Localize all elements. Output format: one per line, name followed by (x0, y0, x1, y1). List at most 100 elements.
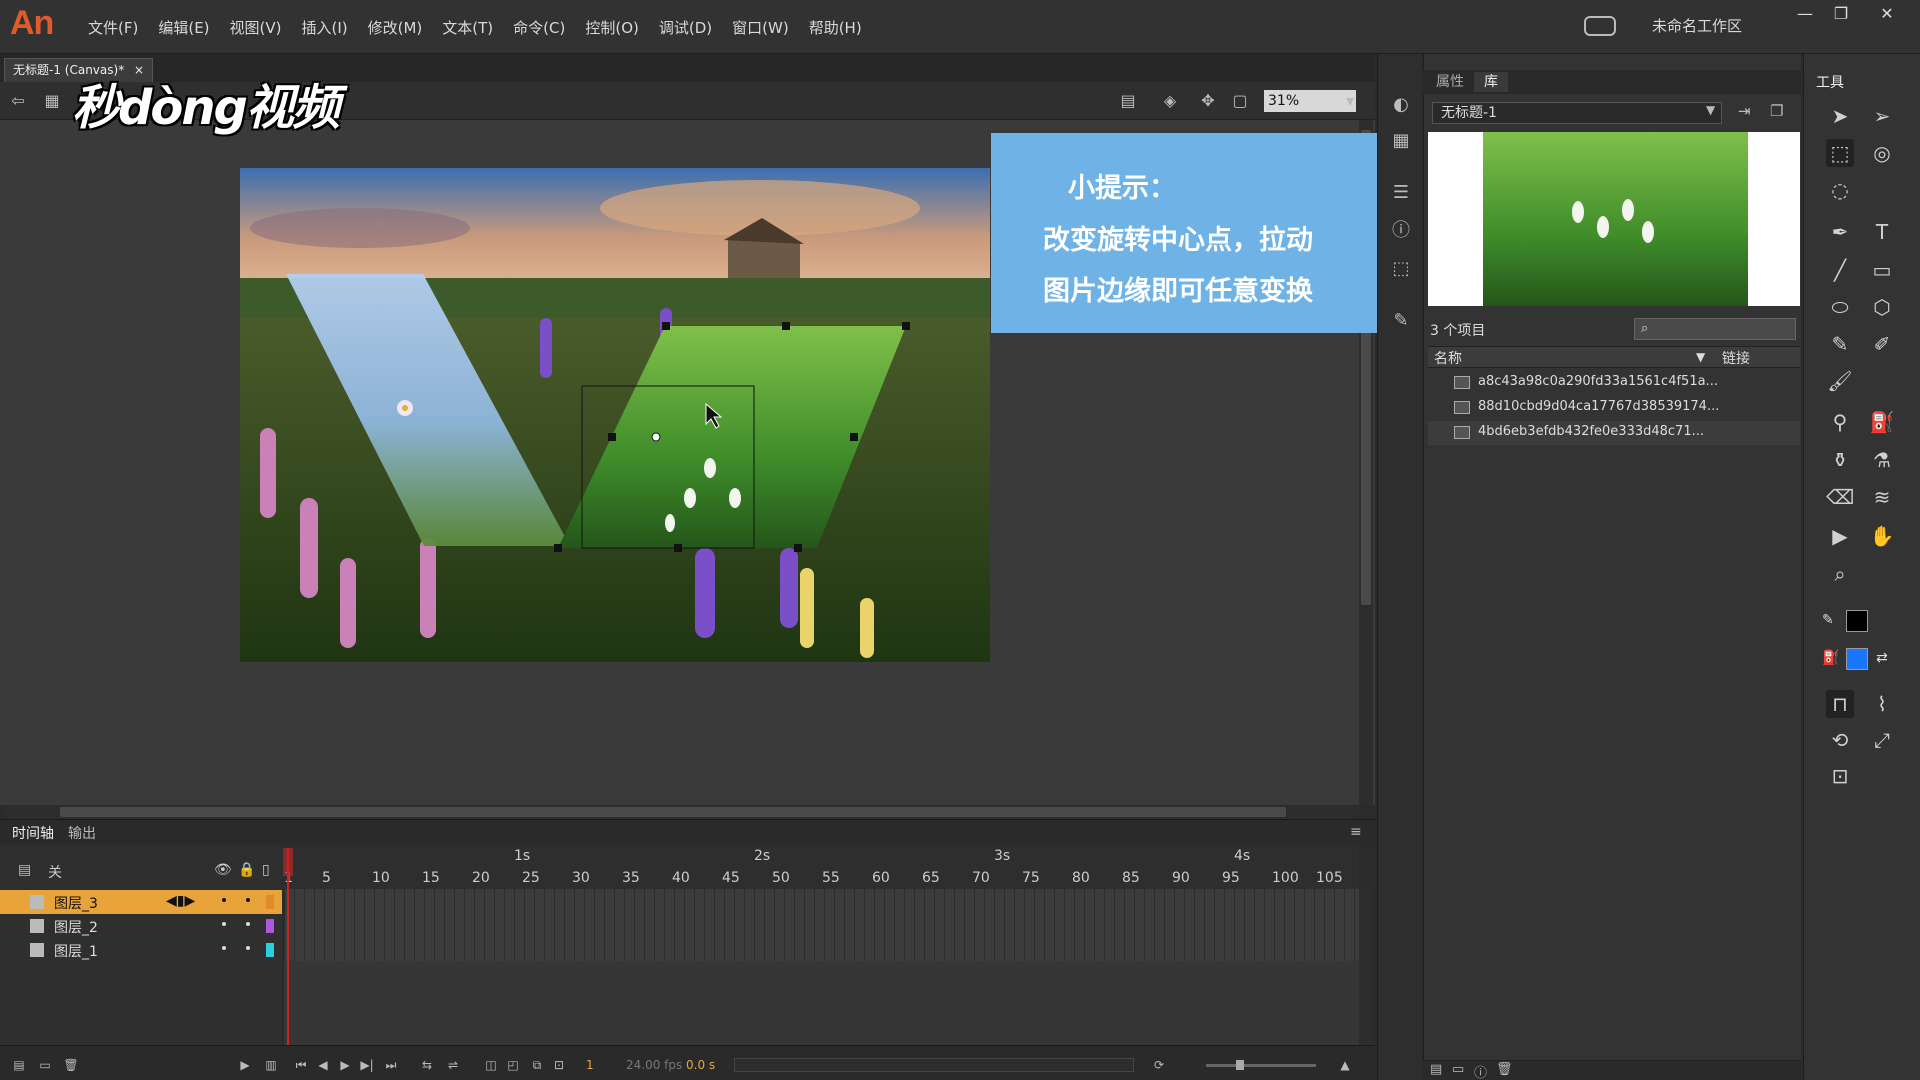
fill-color-swatch[interactable] (1846, 648, 1868, 670)
refresh-icon[interactable]: ⟳ (1150, 1058, 1168, 1072)
lasso-tool-icon[interactable]: ◌ (1826, 176, 1854, 204)
lock-dot[interactable] (246, 898, 250, 902)
playhead[interactable] (287, 848, 289, 1048)
play-icon[interactable]: ▶ (336, 1058, 354, 1072)
menu-help[interactable]: 帮助(H) (799, 17, 872, 38)
swatches-icon[interactable]: ▦ (1390, 130, 1412, 152)
center-frame-icon[interactable]: ⇌ (444, 1058, 462, 1072)
menu-file[interactable]: 文件(F) (78, 17, 148, 38)
tab-timeline[interactable]: 时间轴 (2, 823, 64, 843)
stage-canvas[interactable] (240, 168, 990, 662)
layer-row[interactable]: 图层_3 ◀▮▶ (0, 890, 282, 914)
info-icon[interactable]: ⓘ (1390, 220, 1412, 242)
polystar-tool-icon[interactable]: ⬡ (1868, 293, 1896, 321)
camera-tool-icon[interactable]: ▶ (1826, 522, 1854, 550)
current-frame[interactable]: 1 (586, 1058, 594, 1072)
delete-layer-icon[interactable]: 🗑 (62, 1058, 80, 1072)
library-item[interactable]: a8c43a98c0a290fd33a1561c4f51a... (1428, 371, 1800, 395)
new-folder-icon[interactable]: ▭ (36, 1058, 54, 1072)
ink-bottle-tool-icon[interactable]: ⚱ (1826, 446, 1854, 474)
camera-icon[interactable]: ▶ (236, 1058, 254, 1072)
keyframe-nav-icon[interactable]: ◀▮▶ (166, 893, 195, 909)
panel-menu-icon[interactable]: ≡ (1350, 824, 1362, 840)
delete-icon[interactable]: 🗑 (1496, 1062, 1513, 1077)
step-back-icon[interactable]: ◀ (314, 1058, 332, 1072)
bone-tool-icon[interactable]: ⚲ (1826, 408, 1854, 436)
layer-color-swatch[interactable] (266, 919, 274, 933)
layer-color-swatch[interactable] (266, 895, 274, 909)
brush-tool-icon[interactable]: 🖌 (1826, 367, 1854, 395)
layer-depth-icon[interactable]: ▥ (262, 1058, 280, 1072)
subselection-tool-icon[interactable]: ➢ (1868, 102, 1896, 130)
menu-insert[interactable]: 插入(I) (292, 17, 358, 38)
workspace-switcher[interactable]: 未命名工作区 (1652, 15, 1742, 36)
minimize-button[interactable]: — (1790, 4, 1820, 24)
menu-control[interactable]: 控制(O) (575, 17, 649, 38)
selection-tool-icon[interactable]: ➤ (1826, 102, 1854, 130)
lock-dot[interactable] (246, 946, 250, 950)
tab-output[interactable]: 输出 (58, 823, 106, 843)
elapsed-time[interactable]: 0.0 s (686, 1058, 715, 1072)
3d-rotation-tool-icon[interactable]: ◎ (1868, 139, 1896, 167)
clip-content-icon[interactable]: ▢ (1230, 91, 1250, 111)
eyedropper-tool-icon[interactable]: ⚗ (1868, 446, 1896, 474)
rotate-skew-icon[interactable]: ⟲ (1826, 726, 1854, 754)
pin-icon[interactable]: ⇥ (1738, 102, 1751, 120)
zoom-slider-handle[interactable] (1236, 1060, 1244, 1070)
scene-icon[interactable]: ▦ (42, 91, 62, 111)
menu-text[interactable]: 文本(T) (432, 17, 503, 38)
text-tool-icon[interactable]: T (1868, 218, 1896, 246)
library-search-input[interactable]: ⌕ (1634, 318, 1796, 340)
align-icon[interactable]: ☰ (1390, 182, 1412, 204)
visibility-dot[interactable] (222, 946, 226, 950)
onion-outline-icon[interactable]: ◰ (504, 1058, 522, 1072)
visibility-dot[interactable] (222, 922, 226, 926)
menu-commands[interactable]: 命令(C) (503, 17, 575, 38)
transform-icon[interactable]: ⬚ (1390, 258, 1412, 280)
motion-presets-icon[interactable]: ✎ (1390, 310, 1412, 332)
last-frame-icon[interactable]: ⏭ (382, 1058, 400, 1072)
new-layer-icon[interactable]: ▤ (10, 1058, 28, 1072)
line-tool-icon[interactable]: ╱ (1826, 256, 1854, 284)
layer-row[interactable]: 图层_2 (0, 914, 282, 938)
width-tool-icon[interactable]: ≋ (1868, 483, 1896, 511)
onion-skin-icon[interactable]: ◫ (482, 1058, 500, 1072)
lock-icon[interactable]: 🔒 (238, 862, 255, 878)
step-forward-icon[interactable]: ▶| (358, 1058, 376, 1072)
edit-multiple-frames-icon[interactable]: ⧉ (528, 1058, 546, 1072)
library-column-link[interactable]: 链接 (1722, 348, 1750, 368)
first-frame-icon[interactable]: ⏮ (292, 1058, 310, 1072)
timeline-vertical-scrollbar[interactable] (1359, 889, 1373, 1045)
menu-modify[interactable]: 修改(M) (358, 17, 433, 38)
frame-rate[interactable]: 24.00 fps (626, 1058, 682, 1072)
scale-icon[interactable]: ⤢ (1868, 726, 1896, 754)
visibility-dot[interactable] (222, 898, 226, 902)
eraser-tool-icon[interactable]: ⌫ (1826, 483, 1854, 511)
zoom-slider-track[interactable] (1206, 1064, 1316, 1067)
loop-icon[interactable]: ⇆ (418, 1058, 436, 1072)
hand-tool-icon[interactable]: ✋ (1868, 522, 1896, 550)
rectangle-tool-icon[interactable]: ▭ (1868, 256, 1896, 284)
stroke-color-swatch[interactable] (1846, 610, 1868, 632)
lock-dot[interactable] (246, 922, 250, 926)
oval-tool-icon[interactable]: ⬭ (1826, 293, 1854, 321)
layer-color-swatch[interactable] (266, 943, 274, 957)
close-window-button[interactable]: ✕ (1872, 4, 1902, 24)
smooth-icon[interactable]: ⌇ (1868, 690, 1896, 718)
menu-view[interactable]: 视图(V) (220, 17, 292, 38)
envelope-icon[interactable]: ⊡ (1826, 762, 1854, 790)
onion-markers-icon[interactable]: ⊡ (550, 1058, 568, 1072)
tab-properties[interactable]: 属性 (1426, 72, 1474, 92)
new-folder-icon[interactable]: ▭ (1452, 1062, 1464, 1077)
stage-horizontal-scroll-thumb[interactable] (60, 807, 1286, 817)
sort-chevron-icon[interactable]: ▼ (1696, 350, 1705, 364)
paint-bucket-tool-icon[interactable]: ⛽ (1868, 408, 1896, 436)
snap-magnet-icon[interactable]: ⊓ (1826, 690, 1854, 718)
center-stage-icon[interactable]: ✥ (1198, 91, 1218, 111)
tab-library[interactable]: 库 (1474, 72, 1508, 92)
back-arrow-icon[interactable]: ⇦ (8, 91, 28, 111)
free-transform-tool-icon[interactable]: ⬚ (1826, 139, 1854, 167)
zoom-dropdown-chevron-icon[interactable]: ▾ (1340, 91, 1360, 111)
new-symbol-icon[interactable]: ▤ (1430, 1062, 1442, 1077)
library-item[interactable]: 88d10cbd9d04ca17767d38539174... (1428, 396, 1800, 420)
